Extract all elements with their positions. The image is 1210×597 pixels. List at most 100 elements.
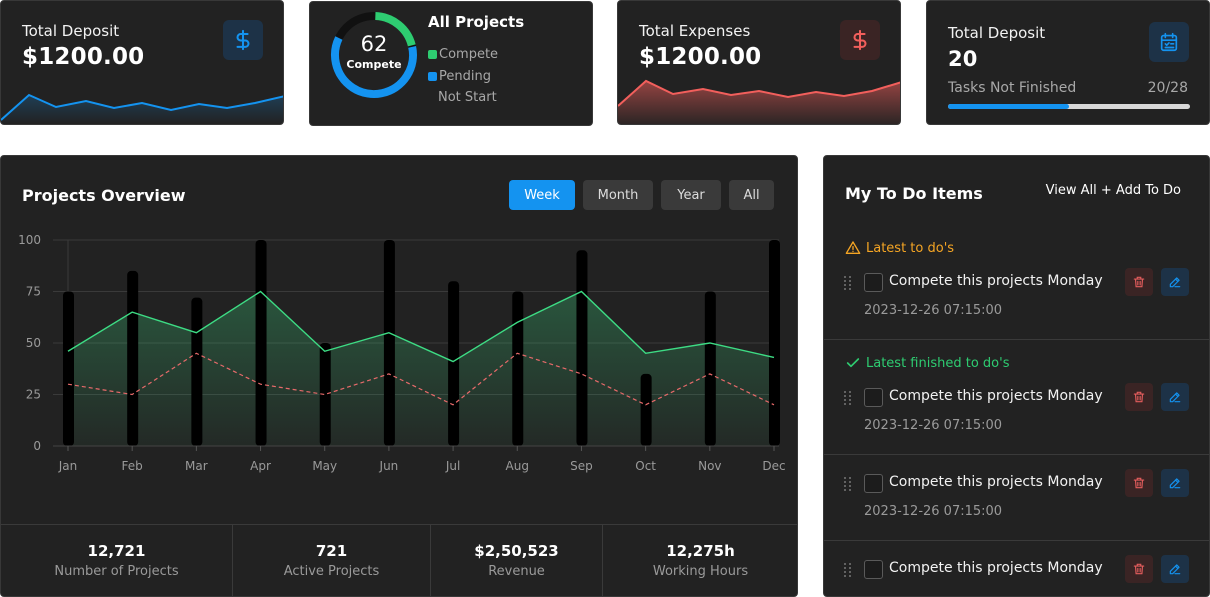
stat-label: Number of Projects (54, 564, 179, 579)
legend-notstart: Not Start (438, 90, 497, 105)
filter-week-button[interactable]: Week (509, 180, 575, 210)
drag-handle-icon[interactable] (843, 275, 853, 291)
x-tick-label: Feb (122, 459, 143, 473)
pencil-icon (1169, 277, 1181, 288)
tasks-card: Total Deposit 20 Tasks Not Finished 20/2… (926, 0, 1210, 125)
delete-button[interactable] (1125, 268, 1153, 296)
tasks-ratio: 20/28 (1147, 80, 1188, 96)
pencil-icon (1169, 564, 1181, 575)
bar (512, 291, 524, 446)
overview-stats: 12,721 Number of Projects 721 Active Pro… (1, 524, 797, 596)
x-tick-label: Jan (58, 459, 78, 473)
todo-divider (824, 454, 1209, 455)
stat-value: $2,50,523 (474, 542, 559, 560)
edit-button[interactable] (1161, 268, 1189, 296)
bar (448, 281, 460, 446)
projects-donut: 62 Compete (329, 10, 419, 100)
tasks-icon-box (1149, 22, 1189, 62)
projects-count: 62 (360, 32, 388, 56)
check-icon (846, 358, 860, 368)
calendar-check-icon (1160, 32, 1178, 52)
legend-dot-compete (428, 50, 437, 59)
legend-pending-label: Pending (439, 69, 491, 84)
todo-title: My To Do Items (845, 184, 983, 203)
filter-all-button[interactable]: All (729, 180, 774, 210)
bar (127, 270, 139, 446)
legend-compete-label: Compete (439, 47, 499, 62)
x-tick-label: Apr (250, 459, 271, 473)
finished-todo-heading: Latest finished to do's (845, 355, 1009, 371)
legend-compete: Compete (428, 47, 498, 62)
x-tick-label: Mar (185, 459, 208, 473)
deposit-title: Total Deposit (22, 22, 120, 40)
x-tick-label: Aug (506, 459, 529, 473)
todo-panel: My To Do Items View All + Add To Do Late… (823, 155, 1210, 597)
y-tick-label: 0 (33, 439, 41, 453)
legend-dot-pending (428, 72, 437, 81)
x-tick-label: Sep (570, 459, 593, 473)
todo-divider (824, 540, 1209, 541)
todo-text: Compete this projects Monday (889, 560, 1103, 576)
stat-revenue: $2,50,523 Revenue (431, 525, 603, 596)
delete-button[interactable] (1125, 469, 1153, 497)
deposit-value: $1200.00 (22, 44, 145, 70)
stat-label: Active Projects (283, 564, 380, 579)
warning-icon (845, 241, 861, 254)
bar (383, 240, 395, 446)
todo-time: 2023-12-26 07:15:00 (864, 303, 1003, 318)
expenses-value: $1200.00 (639, 44, 762, 70)
drag-handle-icon[interactable] (843, 390, 853, 406)
x-tick-label: Nov (698, 459, 721, 473)
filter-year-button[interactable]: Year (661, 180, 721, 210)
overview-title: Projects Overview (22, 186, 186, 205)
delete-button[interactable] (1125, 383, 1153, 411)
delete-button[interactable] (1125, 555, 1153, 583)
filter-month-button[interactable]: Month (583, 180, 653, 210)
trash-icon (1133, 477, 1145, 489)
x-tick-label: May (312, 459, 337, 473)
projects-card: 62 Compete All Projects Compete Pending … (309, 1, 593, 126)
x-tick-label: Dec (762, 459, 785, 473)
stat-working-hours: 12,275h Working Hours (603, 525, 797, 596)
edit-button[interactable] (1161, 383, 1189, 411)
area-series-fill (68, 291, 774, 446)
expenses-title: Total Expenses (639, 22, 751, 40)
x-tick-label: Jul (445, 459, 460, 473)
expenses-sparkline (618, 79, 900, 124)
todo-checkbox[interactable] (864, 388, 883, 407)
expenses-icon-box (840, 20, 880, 60)
trash-icon (1133, 563, 1145, 575)
deposit-icon-box (223, 20, 263, 60)
tasks-progress-fill (948, 104, 1069, 109)
todo-actions-link[interactable]: View All + Add To Do (1046, 183, 1181, 198)
todo-checkbox[interactable] (864, 474, 883, 493)
y-tick-label: 100 (18, 233, 41, 247)
tasks-progress (948, 104, 1190, 109)
latest-todo-heading: Latest to do's (845, 240, 954, 256)
projects-count-label: Compete (346, 58, 402, 71)
latest-todo-label: Latest to do's (866, 240, 955, 256)
bar (704, 291, 716, 446)
todo-checkbox[interactable] (864, 560, 883, 579)
edit-button[interactable] (1161, 469, 1189, 497)
bar (191, 297, 203, 446)
overview-chart: 0 25 50 75 100 Jan Feb Mar Apr May Jun Jul Aug Sep Oct… (18, 233, 786, 473)
bar (640, 373, 652, 446)
todo-divider (824, 339, 1209, 340)
legend-notstart-label: Not Start (438, 90, 497, 105)
stat-label: Revenue (488, 564, 545, 579)
edit-button[interactable] (1161, 555, 1189, 583)
todo-time: 2023-12-26 07:15:00 (864, 504, 1003, 519)
tasks-label: Tasks Not Finished (948, 80, 1077, 96)
stat-number-of-projects: 12,721 Number of Projects (1, 525, 233, 596)
drag-handle-icon[interactable] (843, 562, 853, 578)
stat-active-projects: 721 Active Projects (233, 525, 431, 596)
projects-overview-panel: Projects Overview Week Month Year All 0 2… (0, 155, 798, 597)
drag-handle-icon[interactable] (843, 476, 853, 492)
bar (63, 291, 74, 446)
stat-value: 12,721 (87, 542, 146, 560)
bar (769, 240, 780, 446)
y-tick-label: 50 (26, 336, 41, 350)
todo-checkbox[interactable] (864, 273, 883, 292)
projects-title: All Projects (428, 13, 525, 31)
